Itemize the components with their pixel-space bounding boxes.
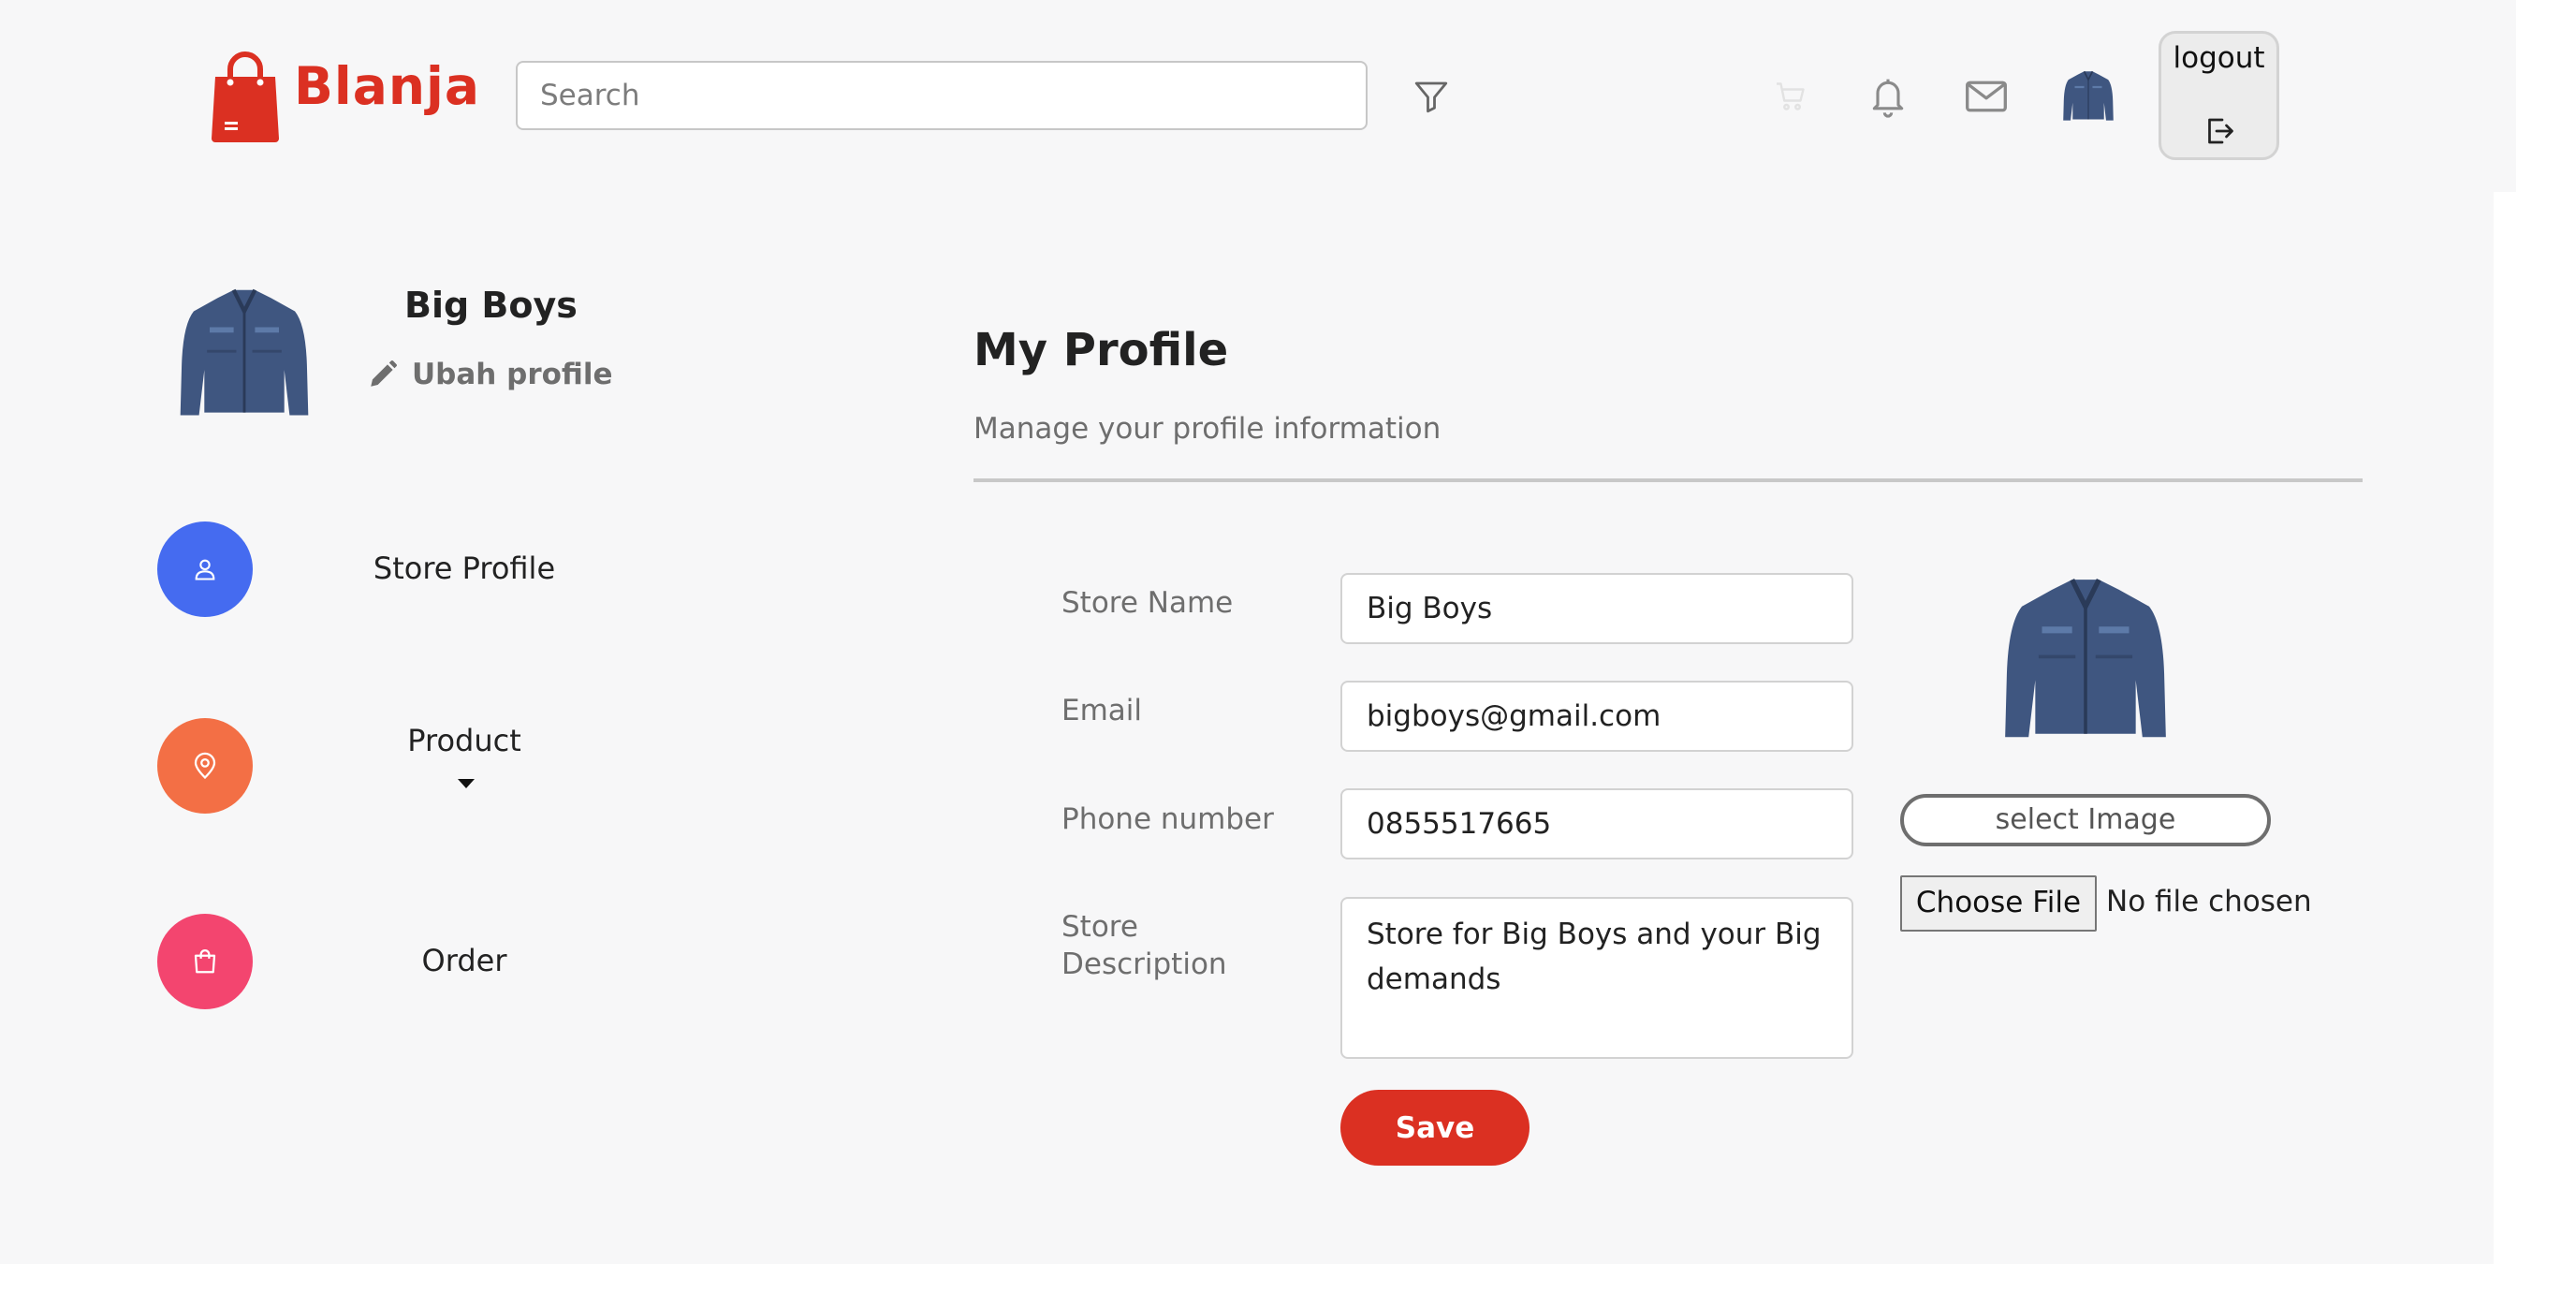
chevron-down-icon[interactable] [458, 779, 475, 788]
location-pin-icon [194, 752, 216, 780]
search-input[interactable] [516, 61, 1368, 130]
shopping-bag-icon [194, 949, 216, 974]
logout-icon [2208, 118, 2233, 144]
edit-profile-link[interactable]: Ubah profile [367, 358, 613, 391]
file-status: No file chosen [2106, 885, 2312, 918]
pencil-icon [371, 360, 398, 387]
save-button[interactable]: Save [1340, 1090, 1530, 1166]
logout-button[interactable]: logout [2159, 31, 2279, 160]
store-name-label: Store Name [1061, 586, 1234, 620]
filter-icon[interactable] [1402, 67, 1460, 125]
cart-icon[interactable] [1762, 67, 1820, 125]
phone-field[interactable] [1340, 788, 1853, 859]
bell-icon[interactable] [1859, 67, 1917, 125]
store-avatar [174, 285, 315, 423]
sidebar-item-product[interactable]: Product [324, 723, 605, 758]
brand-name[interactable]: Blanja [294, 56, 480, 116]
logout-label: logout [2173, 41, 2265, 75]
store-name-field[interactable] [1340, 573, 1853, 644]
phone-label: Phone number [1061, 802, 1274, 836]
order-menu-icon-circle[interactable] [157, 914, 253, 1009]
choose-file-button[interactable]: Choose File [1900, 875, 2097, 932]
divider [973, 478, 2363, 482]
page-title: My Profile [973, 324, 1229, 376]
email-field[interactable] [1340, 681, 1853, 752]
mail-icon[interactable] [1957, 67, 2015, 125]
edit-profile-label: Ubah profile [412, 358, 613, 391]
description-field[interactable]: Store for Big Boys and your Big demands [1340, 897, 1853, 1059]
sidebar-item-store-profile[interactable]: Store Profile [324, 551, 605, 586]
email-label: Email [1061, 694, 1143, 727]
avatar[interactable] [2059, 67, 2117, 125]
description-label: Store Description [1061, 910, 1227, 981]
store-profile-menu-icon-circle[interactable] [157, 521, 253, 617]
sidebar-store-name: Big Boys [404, 285, 578, 326]
logo-bag-icon[interactable] [210, 49, 281, 144]
product-menu-icon-circle[interactable] [157, 718, 253, 814]
select-image-button[interactable]: select Image [1900, 794, 2271, 846]
page-subtitle: Manage your profile information [973, 412, 1442, 446]
user-icon [195, 559, 215, 580]
store-image-preview [1999, 573, 2172, 747]
sidebar-item-order[interactable]: Order [324, 943, 605, 978]
